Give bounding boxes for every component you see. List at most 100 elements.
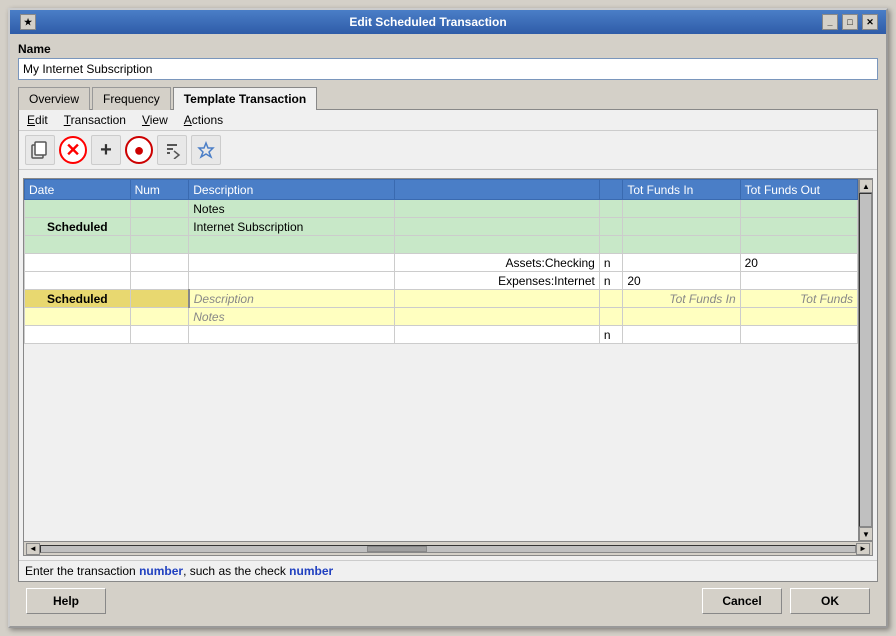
cell-date-edit[interactable]: Scheduled xyxy=(25,290,131,308)
title-bar-controls: _ □ ✕ xyxy=(820,14,878,30)
scroll-up-arrow[interactable]: ▲ xyxy=(859,179,872,193)
ok-button[interactable]: OK xyxy=(790,588,870,614)
tab-frequency[interactable]: Frequency xyxy=(92,87,171,110)
menu-edit[interactable]: Edit xyxy=(23,112,52,128)
header-r xyxy=(599,180,622,200)
table-row: Notes xyxy=(25,200,858,218)
table-row[interactable]: Scheduled Description Tot Funds In Tot F… xyxy=(25,290,858,308)
cell-date xyxy=(25,272,131,290)
cell-account xyxy=(394,200,599,218)
help-button[interactable]: Help xyxy=(26,588,106,614)
cell-num xyxy=(130,272,189,290)
close-button[interactable]: ✕ xyxy=(862,14,878,30)
window-icon: ★ xyxy=(20,14,36,30)
cell-account-edit xyxy=(394,290,599,308)
cell-num xyxy=(130,218,189,236)
cell-r-edit xyxy=(599,290,622,308)
cell-funds-in xyxy=(623,200,740,218)
cell-funds-out xyxy=(740,272,857,290)
cell-num-empty xyxy=(130,326,189,344)
cell-funds-out xyxy=(740,200,857,218)
cell-account xyxy=(394,236,599,254)
title-bar: ★ Edit Scheduled Transaction _ □ ✕ xyxy=(10,10,886,34)
table-row: Expenses:Internet n 20 xyxy=(25,272,858,290)
table-scroll-area: Date Num Description Tot Funds In Tot Fu… xyxy=(24,179,858,541)
horizontal-scrollbar[interactable]: ◄ ► xyxy=(24,541,872,555)
cell-funds-out-edit: Tot Funds xyxy=(740,290,857,308)
scroll-down-arrow[interactable]: ▼ xyxy=(859,527,872,541)
name-section: Name xyxy=(18,42,878,80)
table-row xyxy=(25,236,858,254)
table-row: Assets:Checking n 20 xyxy=(25,254,858,272)
scroll-right-arrow[interactable]: ► xyxy=(856,543,870,555)
down-button[interactable] xyxy=(157,135,187,165)
cell-account: Expenses:Internet xyxy=(394,272,599,290)
header-desc: Description xyxy=(189,180,394,200)
schedule-button[interactable] xyxy=(191,135,221,165)
tab-overview[interactable]: Overview xyxy=(18,87,90,110)
cell-date: Scheduled xyxy=(25,218,131,236)
table-header-row: Date Num Description Tot Funds In Tot Fu… xyxy=(25,180,858,200)
status-bar: Enter the transaction number, such as th… xyxy=(19,560,877,581)
cell-date-empty xyxy=(25,326,131,344)
tab-content: Edit Transaction View Actions ✕ + ● xyxy=(18,109,878,582)
cell-r-empty: n xyxy=(599,326,622,344)
cell-date xyxy=(25,236,131,254)
maximize-button[interactable]: □ xyxy=(842,14,858,30)
cell-desc xyxy=(189,254,394,272)
window-title: Edit Scheduled Transaction xyxy=(36,15,820,29)
cancel-button[interactable]: Cancel xyxy=(702,588,782,614)
header-num: Num xyxy=(130,180,189,200)
cell-desc: Internet Subscription xyxy=(189,218,394,236)
cell-account-empty xyxy=(394,326,599,344)
cell-num-edit[interactable] xyxy=(130,290,189,308)
cell-num xyxy=(130,236,189,254)
delete-button[interactable]: ✕ xyxy=(59,136,87,164)
cell-desc-notes[interactable]: Notes xyxy=(189,308,394,326)
main-window: ★ Edit Scheduled Transaction _ □ ✕ Name … xyxy=(8,8,888,628)
scroll-track-v[interactable] xyxy=(859,193,872,527)
duplicate-button[interactable] xyxy=(25,135,55,165)
cell-funds-in xyxy=(623,236,740,254)
name-input[interactable] xyxy=(18,58,878,80)
tab-template[interactable]: Template Transaction xyxy=(173,87,317,110)
cell-funds-in: 20 xyxy=(623,272,740,290)
cell-funds-in-empty xyxy=(623,326,740,344)
scroll-thumb-h[interactable] xyxy=(367,546,427,552)
menu-view[interactable]: View xyxy=(138,112,172,128)
record-button[interactable]: ● xyxy=(125,136,153,164)
cell-funds-out xyxy=(740,236,857,254)
status-highlight-1: number xyxy=(139,564,183,578)
tabs-container: Overview Frequency Template Transaction xyxy=(18,86,878,109)
cell-date xyxy=(25,254,131,272)
cell-date-notes xyxy=(25,308,131,326)
cell-r: n xyxy=(599,254,622,272)
cell-funds-in-edit: Tot Funds In xyxy=(623,290,740,308)
table-wrapper: Date Num Description Tot Funds In Tot Fu… xyxy=(24,179,872,541)
cell-r xyxy=(599,200,622,218)
cell-r: n xyxy=(599,272,622,290)
transaction-table-container: Date Num Description Tot Funds In Tot Fu… xyxy=(23,178,873,556)
add-button[interactable]: + xyxy=(91,135,121,165)
cell-desc-edit[interactable]: Description xyxy=(189,290,394,308)
scroll-left-arrow[interactable]: ◄ xyxy=(26,543,40,555)
scroll-track-h[interactable] xyxy=(40,545,856,553)
toolbar: ✕ + ● xyxy=(19,131,877,170)
content-area: Date Num Description Tot Funds In Tot Fu… xyxy=(19,170,877,560)
cell-num xyxy=(130,200,189,218)
cell-account-notes xyxy=(394,308,599,326)
cell-funds-out-notes xyxy=(740,308,857,326)
cell-funds-in xyxy=(623,254,740,272)
vertical-scrollbar[interactable]: ▲ ▼ xyxy=(858,179,872,541)
menu-transaction[interactable]: Transaction xyxy=(60,112,130,128)
menu-bar: Edit Transaction View Actions xyxy=(19,110,877,131)
status-highlight-2: number xyxy=(289,564,333,578)
cell-r-notes xyxy=(599,308,622,326)
menu-actions[interactable]: Actions xyxy=(180,112,227,128)
cell-desc xyxy=(189,236,394,254)
cell-account: Assets:Checking xyxy=(394,254,599,272)
right-buttons: Cancel OK xyxy=(702,588,870,614)
transaction-table: Date Num Description Tot Funds In Tot Fu… xyxy=(24,179,858,344)
minimize-button[interactable]: _ xyxy=(822,14,838,30)
table-row[interactable]: Notes xyxy=(25,308,858,326)
